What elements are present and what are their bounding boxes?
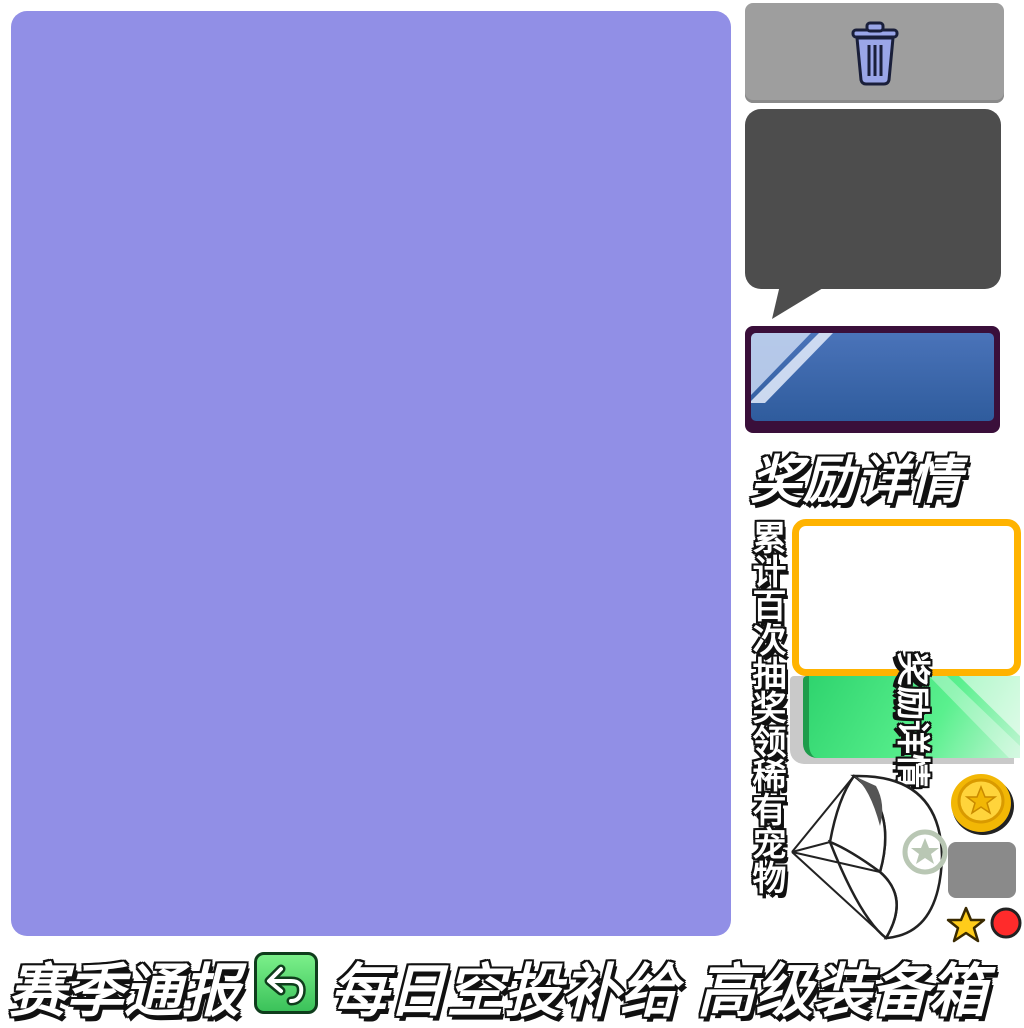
coin-icon — [951, 774, 1014, 835]
back-button[interactable] — [254, 952, 318, 1014]
blue-button[interactable] — [751, 333, 994, 421]
trash-icon — [851, 21, 898, 86]
grey-placeholder — [948, 842, 1016, 898]
reward-details-title: 奖励详情 — [750, 451, 963, 511]
parachute-icon — [791, 774, 948, 940]
red-dot-icon — [990, 907, 1022, 939]
speech-bubble-tail — [772, 285, 828, 319]
speech-bubble — [745, 109, 1001, 289]
daily-airdrop-title: 每日空投补给 — [330, 957, 679, 1025]
accumulate-reward-caption: 累计百次抽奖领稀有宠物 — [746, 520, 786, 894]
star-icon — [946, 906, 986, 943]
main-panel — [11, 11, 731, 936]
season-report-title: 赛季通报 — [8, 957, 241, 1025]
back-arrow-icon — [264, 964, 306, 1006]
advanced-crate-title: 高级装备箱 — [697, 957, 988, 1025]
gloss-shine — [751, 333, 833, 403]
delete-button[interactable] — [745, 3, 1004, 103]
